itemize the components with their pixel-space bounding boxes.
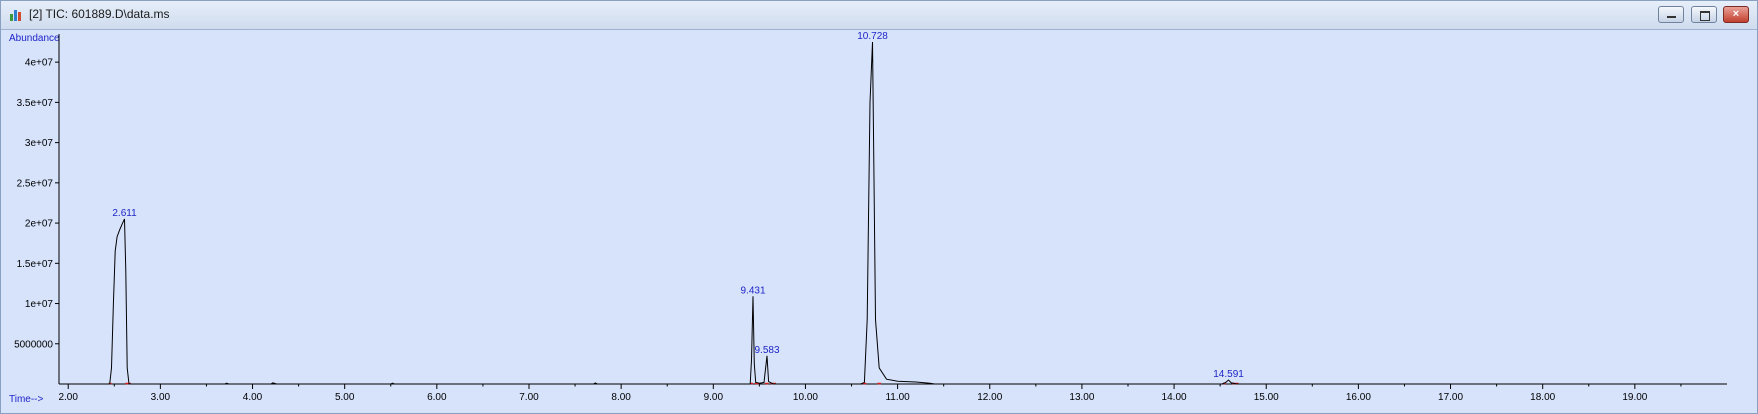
y-tick-label: 2.5e+07 [17, 178, 54, 189]
y-tick-label: 2e+07 [25, 219, 54, 230]
x-axis-label: Time--> [9, 394, 44, 405]
tic-chromatogram[interactable]: Abundance Time--> 5000000 1e+07 1.5e+07 2e+… [1, 30, 1757, 413]
x-tick-label: 19.00 [1622, 392, 1647, 403]
y-tick-label: 3.5e+07 [17, 98, 54, 109]
x-tick-label: 2.00 [58, 392, 78, 403]
maximize-icon [1699, 11, 1710, 21]
y-tick-label: 1e+07 [25, 299, 54, 310]
y-axis-label: Abundance [9, 33, 60, 44]
tic-trace [59, 41, 1727, 385]
x-tick-label: 16.00 [1346, 392, 1371, 403]
x-tick-label: 6.00 [427, 392, 447, 403]
y-tick-label: 3e+07 [25, 138, 54, 149]
x-tick-label: 12.00 [977, 392, 1002, 403]
close-button[interactable]: × [1723, 6, 1749, 23]
x-tick-label: 8.00 [611, 392, 631, 403]
x-ticks: 2.00 3.00 4.00 5.00 6.00 7.00 8.00 9.00 10.00 11.… [58, 384, 1682, 403]
peak-label: 14.591 [1213, 369, 1244, 380]
peak-label: 9.431 [741, 285, 766, 296]
peak-label: 10.728 [857, 31, 888, 42]
x-tick-label: 3.00 [151, 392, 171, 403]
x-tick-label: 7.00 [519, 392, 539, 403]
y-ticks: 5000000 1e+07 1.5e+07 2e+07 2.5e+07 3e+07 3.5e… [14, 58, 59, 350]
peak-label: 9.583 [755, 345, 780, 356]
chromatogram-icon [10, 10, 21, 21]
y-tick-label: 4e+07 [25, 58, 54, 69]
axes [58, 34, 1727, 385]
window-controls: × [1656, 6, 1749, 24]
x-tick-label: 18.00 [1530, 392, 1555, 403]
minimize-button[interactable] [1658, 6, 1685, 23]
x-tick-label: 11.00 [885, 392, 910, 403]
minimize-icon [1667, 16, 1677, 18]
maximize-button[interactable] [1690, 6, 1717, 23]
chromatogram-window: [2] TIC: 601889.D\data.ms × Abundance Ti… [0, 0, 1758, 414]
peak-labels: 2.611 9.431 9.583 10.728 14.591 [112, 31, 1244, 380]
title-bar[interactable]: [2] TIC: 601889.D\data.ms × [1, 1, 1757, 30]
x-tick-label: 15.00 [1254, 392, 1279, 403]
x-tick-label: 10.00 [793, 392, 818, 403]
y-tick-label: 1.5e+07 [17, 259, 54, 270]
x-tick-label: 13.00 [1069, 392, 1094, 403]
close-icon: × [1732, 8, 1740, 20]
x-tick-label: 4.00 [243, 392, 263, 403]
peak-label: 2.611 [112, 208, 137, 219]
x-tick-label: 14.00 [1162, 392, 1187, 403]
x-tick-label: 9.00 [704, 392, 724, 403]
x-tick-label: 5.00 [335, 392, 355, 403]
y-tick-label: 5000000 [14, 339, 53, 350]
window-title: [2] TIC: 601889.D\data.ms [29, 7, 170, 21]
plot-area[interactable]: Abundance Time--> 5000000 1e+07 1.5e+07 2e+… [1, 30, 1757, 413]
x-tick-label: 17.00 [1438, 392, 1463, 403]
tic-line [59, 41, 1727, 385]
